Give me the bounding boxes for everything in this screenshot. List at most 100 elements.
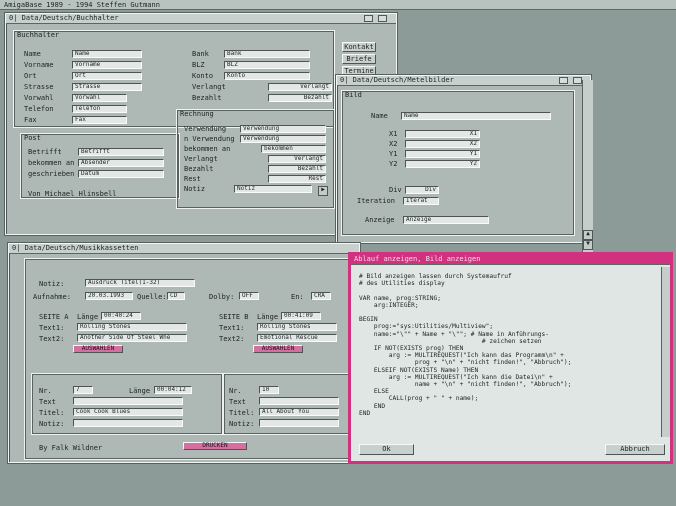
editor-titlebar[interactable]: Ablauf anzeigen, Bild anzeigen: [351, 255, 670, 265]
dolby-field[interactable]: OFF: [239, 292, 259, 300]
metelbilder-zoom-icon[interactable]: [573, 77, 582, 84]
titel-a-field[interactable]: Cook Cook Blues: [73, 408, 183, 416]
code-line[interactable]: arg := MULTIREQUEST("Ich kann das Progra…: [359, 352, 659, 359]
editor-scrollbar[interactable]: [661, 267, 670, 437]
buchhalter-titlebar[interactable]: 0| Data/Deutsch/Buchhalter: [6, 14, 396, 24]
div-field[interactable]: Div: [405, 186, 439, 194]
anzeige-field[interactable]: Anzeige: [403, 216, 489, 224]
musikkassetten-titlebar[interactable]: 0| Data/Deutsch/Musikkassetten: [9, 244, 359, 254]
nr-a-field[interactable]: 7: [73, 386, 93, 394]
ok-button[interactable]: Ok: [359, 444, 414, 455]
code-line[interactable]: name:="\"" + Name + "\""; # Name in Anfü…: [359, 331, 659, 338]
fax-label: Fax: [24, 116, 37, 124]
laenge-b-field[interactable]: 00:41:09: [281, 312, 321, 320]
verlangt-field[interactable]: Verlangt: [268, 83, 332, 91]
text-b-field[interactable]: [259, 397, 339, 405]
metelbilder-depth-icon[interactable]: [559, 77, 568, 84]
y2-field[interactable]: Y2: [405, 160, 480, 168]
en-field[interactable]: CRA: [311, 292, 331, 300]
zoom-icon[interactable]: [378, 15, 387, 22]
depth-icon[interactable]: [364, 15, 373, 22]
auswahlen-a-button[interactable]: AUSWAHLEN: [73, 345, 123, 353]
scroll-up-icon[interactable]: ▲: [583, 230, 593, 240]
code-line[interactable]: arg:INTEGER;: [359, 302, 659, 309]
metelbilder-window[interactable]: 0| Data/Deutsch/Metelbilder Bild Name Na…: [336, 75, 591, 243]
rechnung-bezahlt-field[interactable]: Bezahlt: [268, 165, 326, 173]
div-label: Div: [389, 186, 402, 194]
code-line[interactable]: BEGIN: [359, 316, 659, 323]
x1-field[interactable]: X1: [405, 130, 480, 138]
notiz-a-field[interactable]: [73, 419, 183, 427]
musikkassetten-window[interactable]: 0| Data/Deutsch/Musikkassetten Notiz: Au…: [8, 243, 360, 463]
telefon-field[interactable]: Telefon: [72, 105, 127, 113]
ort-field[interactable]: Ort: [72, 72, 142, 80]
absender-field[interactable]: Absender: [78, 159, 164, 167]
strasse-field[interactable]: Strasse: [72, 83, 142, 91]
text1-b-field[interactable]: Rolling Stones: [257, 323, 337, 331]
code-line[interactable]: # Bild anzeigen lassen durch Systemaufru…: [359, 273, 659, 280]
code-line[interactable]: # des Utilities display: [359, 280, 659, 287]
aufnahme-field[interactable]: 20.03.1993: [85, 292, 133, 300]
code-line[interactable]: END: [359, 410, 659, 417]
fax-field[interactable]: Fax: [72, 116, 127, 124]
rechnung-bekommen-field[interactable]: bekommen: [261, 145, 326, 153]
drucken-button[interactable]: DRUCKEN: [183, 442, 247, 450]
rechnung-notiz-field[interactable]: Notiz: [234, 185, 312, 193]
scroll-down-icon[interactable]: ▼: [583, 240, 593, 250]
x1-label: X1: [389, 130, 398, 138]
code-line[interactable]: [359, 309, 659, 316]
laenge-a2-field[interactable]: 00:04:12: [154, 386, 192, 394]
code-line[interactable]: VAR name, prog:STRING;: [359, 295, 659, 302]
code-line[interactable]: prog + "\n" + "nicht finden!", "Abbruch"…: [359, 359, 659, 366]
code-line[interactable]: name + "\n" + "nicht finden!", "Abbruch"…: [359, 381, 659, 388]
code-line[interactable]: [359, 287, 659, 294]
quelle-field[interactable]: CD: [167, 292, 185, 300]
kontakt-button[interactable]: Kontakt: [342, 42, 376, 52]
name-field[interactable]: Name: [72, 50, 142, 58]
vorname-field[interactable]: Vorname: [72, 61, 142, 69]
text2-a-field[interactable]: Another Side Of Steel Whe: [77, 334, 187, 342]
bank-field[interactable]: Bank: [224, 50, 310, 58]
betrifft-field[interactable]: Betrifft: [78, 148, 164, 156]
laenge-a-field[interactable]: 00:40:24: [101, 312, 141, 320]
briefe-button[interactable]: Briefe: [342, 54, 376, 64]
code-line[interactable]: arg := MULTIREQUEST("Ich kann die Datei\…: [359, 374, 659, 381]
scrollbar[interactable]: [582, 80, 593, 255]
text1-a-field[interactable]: Rolling Stones: [77, 323, 187, 331]
auswahlen-b-button[interactable]: AUSWAHLEN: [253, 345, 303, 353]
konto-field[interactable]: Konto: [224, 72, 310, 80]
rechnung-rest-field[interactable]: Rest: [268, 175, 326, 183]
en-label: En:: [291, 293, 304, 301]
code-line[interactable]: ELSE: [359, 388, 659, 395]
verwendung-field[interactable]: Verwendung: [240, 125, 326, 133]
abbruch-button[interactable]: Abbruch: [605, 444, 665, 455]
y1-field[interactable]: Y1: [405, 150, 480, 158]
text2-b-field[interactable]: Emotional Rescue: [257, 334, 337, 342]
x2-field[interactable]: X2: [405, 140, 480, 148]
vorwahl-label: Vorwahl: [24, 94, 54, 102]
n-verwendung-field[interactable]: Verwendung: [240, 135, 326, 143]
code-line[interactable]: IF NOT(EXISTS prog) THEN: [359, 345, 659, 352]
notiz-field[interactable]: Ausdruck Titel(1-32): [85, 279, 195, 287]
code-line[interactable]: END: [359, 403, 659, 410]
nr-b-field[interactable]: 10: [259, 386, 279, 394]
code-line[interactable]: ELSEIF NOT(EXISTS Name) THEN: [359, 367, 659, 374]
rechnung-arrow-icon[interactable]: ▶: [318, 186, 328, 196]
titel-a-label: Titel:: [39, 409, 65, 417]
datum-field[interactable]: Datum: [78, 170, 164, 178]
rechnung-verlangt-field[interactable]: Verlangt: [268, 155, 326, 163]
text-a-field[interactable]: [73, 397, 183, 405]
blz-field[interactable]: BLZ: [224, 61, 310, 69]
metelbilder-titlebar[interactable]: 0| Data/Deutsch/Metelbilder: [337, 76, 590, 86]
bezahlt-field[interactable]: Bezahlt: [268, 94, 332, 102]
code-line[interactable]: # zeichen setzen: [359, 338, 659, 345]
code-editor-window[interactable]: Ablauf anzeigen, Bild anzeigen # Bild an…: [348, 252, 673, 464]
bild-name-field[interactable]: Name: [401, 112, 551, 120]
titel-b-field[interactable]: All About You: [259, 408, 339, 416]
notiz-b-field[interactable]: [259, 419, 339, 427]
vorwahl-field[interactable]: Vorwahl: [72, 94, 127, 102]
code-area[interactable]: # Bild anzeigen lassen durch Systemaufru…: [359, 273, 659, 417]
code-line[interactable]: prog:="sys:Utilities/Multiview";: [359, 323, 659, 330]
code-line[interactable]: CALL(prog + " " + name);: [359, 395, 659, 402]
iteration-field[interactable]: Iterat: [403, 197, 439, 205]
